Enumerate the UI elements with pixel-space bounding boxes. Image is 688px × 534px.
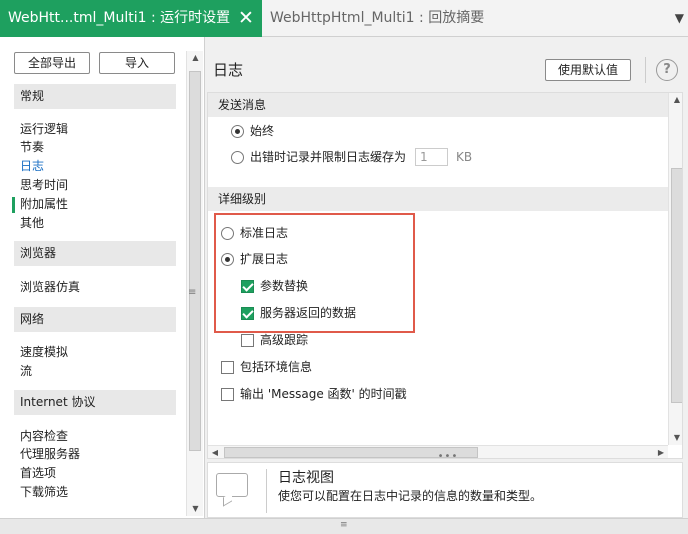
speech-bubble-icon [216, 473, 248, 497]
splitter-dots-icon[interactable]: ••• [437, 452, 459, 462]
label-message-timestamp: 输出 'Message 函数' 的时间戳 [240, 387, 407, 401]
info-title: 日志视图 [278, 470, 334, 486]
nav-item-pacing[interactable]: 节奏 [20, 138, 44, 156]
log-settings-content: 发送消息 始终 出错时记录并限制日志缓存为 1 KB 详细级别 标准日志 扩展日… [207, 92, 683, 459]
radio-on-error[interactable] [231, 151, 244, 164]
radio-always[interactable] [231, 125, 244, 138]
checkbox-message-timestamp[interactable] [221, 388, 234, 401]
export-all-button[interactable]: 全部导出 [14, 52, 90, 74]
nav-item-think-time[interactable]: 思考时间 [20, 176, 68, 194]
info-divider [266, 469, 267, 513]
nav-item-preferences[interactable]: 首选项 [20, 464, 56, 482]
label-include-env: 包括环境信息 [240, 360, 313, 374]
scroll-left-icon[interactable]: ◀ [208, 446, 222, 458]
nav-item-miscellaneous[interactable]: 其他 [20, 214, 44, 232]
toolbar-divider [645, 57, 646, 83]
cache-unit: KB [456, 150, 473, 164]
chevron-down-icon[interactable]: ▼ [675, 0, 684, 37]
nav-item-proxy[interactable]: 代理服务器 [20, 445, 80, 463]
selected-marker [12, 197, 15, 213]
nav-item-speed-simulation[interactable]: 速度模拟 [20, 343, 68, 361]
scroll-right-icon[interactable]: ▶ [654, 446, 668, 458]
nav-header-internet-protocol[interactable]: Internet 协议 [14, 390, 176, 415]
info-description: 使您可以配置在日志中记录的信息的数量和类型。 [278, 489, 543, 503]
scroll-up-icon[interactable]: ▲ [669, 93, 682, 107]
content-vscrollbar[interactable]: ▲ ▼ [668, 93, 682, 445]
page-title: 日志 [213, 61, 244, 79]
help-icon[interactable]: ? [656, 59, 678, 81]
nav-header-network[interactable]: 网络 [14, 307, 176, 332]
highlight-box [214, 213, 415, 333]
nav-header-browser[interactable]: 浏览器 [14, 241, 176, 266]
scroll-down-icon[interactable]: ▼ [187, 502, 204, 516]
label-on-error: 出错时记录并限制日志缓存为 [250, 150, 407, 164]
tab-bar: WebHtt...tml_Multi1 : 运行时设置 ✕ WebHttpHtm… [0, 0, 688, 37]
tab-runtime-settings-label: WebHtt...tml_Multi1 : 运行时设置 [8, 10, 231, 26]
nav-scroll-thumb[interactable] [189, 71, 201, 451]
tab-runtime-settings[interactable]: WebHtt...tml_Multi1 : 运行时设置 [0, 0, 262, 37]
splitter-grip-icon[interactable]: ≡ [188, 287, 196, 298]
nav-item-content-check[interactable]: 内容检查 [20, 427, 68, 445]
nav-item-download-filters[interactable]: 下载筛选 [20, 483, 68, 501]
bottom-resize-bar[interactable]: ≡ [0, 518, 688, 534]
nav-scrollbar[interactable]: ▲ ▼ [186, 51, 203, 516]
cache-size-input[interactable]: 1 [415, 148, 448, 166]
scroll-down-icon[interactable]: ▼ [669, 431, 682, 445]
tab-replay-summary[interactable]: WebHttpHtml_Multi1 : 回放摘要 [270, 0, 484, 37]
settings-nav-panel: 全部导出 导入 常规 运行逻辑 节奏 日志 思考时间 附加属性 其他 浏览器 浏… [0, 37, 205, 518]
nav-header-general[interactable]: 常规 [14, 84, 176, 109]
label-always: 始终 [250, 124, 275, 138]
resize-grip-icon[interactable]: ≡ [340, 520, 348, 530]
nav-item-additional-attributes[interactable]: 附加属性 [20, 195, 68, 213]
content-vscroll-thumb[interactable] [671, 168, 682, 403]
import-button[interactable]: 导入 [99, 52, 175, 74]
label-advanced-trace: 高级跟踪 [260, 333, 309, 347]
checkbox-advanced-trace[interactable] [241, 334, 254, 347]
close-icon[interactable]: ✕ [235, 0, 257, 37]
checkbox-include-env[interactable] [221, 361, 234, 374]
use-default-button[interactable]: 使用默认值 [545, 59, 631, 81]
nav-item-browser-emulation[interactable]: 浏览器仿真 [20, 278, 80, 296]
info-pane: 日志视图 使您可以配置在日志中记录的信息的数量和类型。 [207, 462, 683, 518]
section-send-messages: 发送消息 [208, 93, 668, 117]
nav-item-log[interactable]: 日志 [20, 157, 44, 175]
section-detail-level: 详细级别 [208, 187, 668, 211]
log-settings-panel: 日志 使用默认值 ? 发送消息 始终 出错时记录并限制日志缓存为 1 KB 详细… [205, 37, 688, 518]
nav-item-streaming[interactable]: 流 [20, 362, 32, 380]
scroll-up-icon[interactable]: ▲ [187, 51, 204, 65]
nav-item-run-logic[interactable]: 运行逻辑 [20, 120, 68, 138]
